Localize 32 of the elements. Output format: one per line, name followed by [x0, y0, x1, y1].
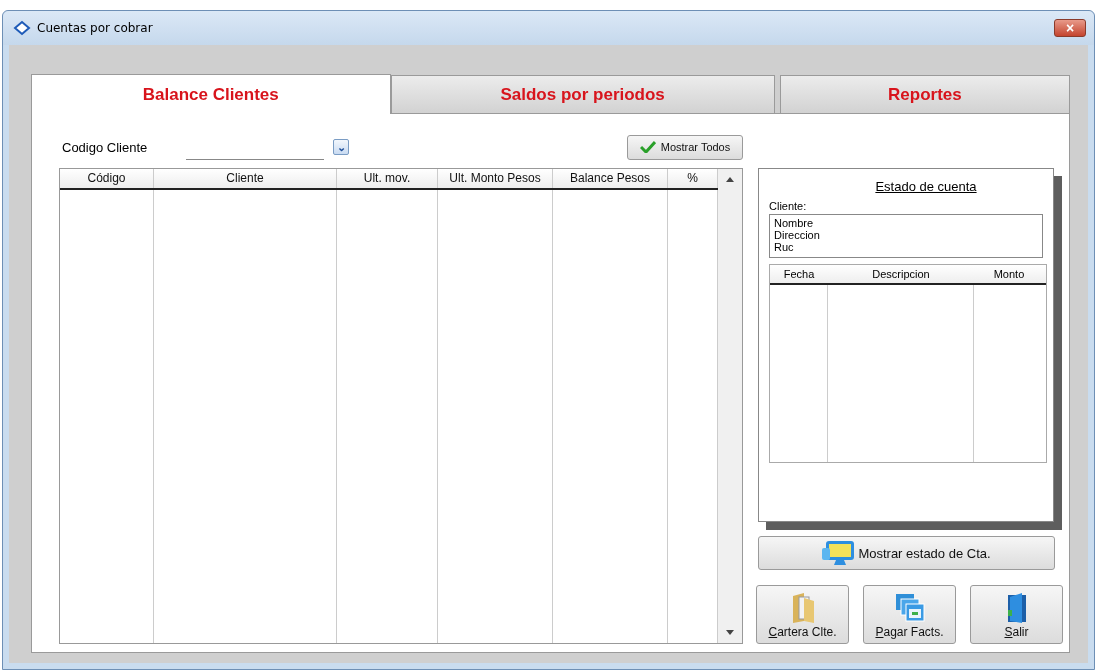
client-info-line: Ruc	[774, 241, 795, 253]
column-header[interactable]: Código	[60, 169, 154, 188]
column-header[interactable]: Descripcion	[828, 265, 974, 283]
column-header[interactable]: Monto	[974, 265, 1044, 283]
client-info-line: Direccion	[774, 229, 821, 241]
column-header[interactable]: Fecha	[770, 265, 828, 283]
column-header[interactable]: Ult. mov.	[337, 169, 438, 188]
door-icon	[1005, 592, 1028, 624]
client-info-line: Nombre	[774, 217, 815, 229]
tab[interactable]: Saldos por periodos	[390, 75, 775, 113]
action-button[interactable]: Cartera Clte.	[756, 585, 849, 644]
client-label: Cliente:	[769, 200, 808, 212]
show-all-button[interactable]: Mostrar Todos	[627, 134, 743, 160]
column-header[interactable]: Ult. Monto Pesos	[438, 169, 553, 188]
diamond-icon	[13, 20, 31, 36]
scroll-up-icon[interactable]	[726, 177, 734, 182]
scrollbar[interactable]	[718, 169, 742, 643]
column-header[interactable]: Balance Pesos	[553, 169, 668, 188]
statement-title: Estado de cuenta	[875, 179, 977, 194]
window-title: Cuentas por cobrar	[37, 21, 153, 35]
action-button[interactable]: Salir	[970, 585, 1063, 644]
tab[interactable]: Reportes	[779, 75, 1070, 113]
show-statement-button[interactable]: Mostrar estado de Cta.	[758, 536, 1055, 570]
scroll-down-icon[interactable]	[726, 630, 734, 635]
column-header[interactable]: Cliente	[154, 169, 337, 188]
field-label: Codigo Cliente	[61, 139, 149, 155]
action-button[interactable]: Pagar Facts.	[863, 585, 956, 644]
documents-icon	[893, 592, 926, 624]
monitor-icon	[822, 539, 857, 567]
tab[interactable]: Balance Clientes	[31, 74, 391, 114]
checkmark-icon	[639, 141, 656, 153]
dropdown-button[interactable]: ⌄	[333, 139, 349, 155]
